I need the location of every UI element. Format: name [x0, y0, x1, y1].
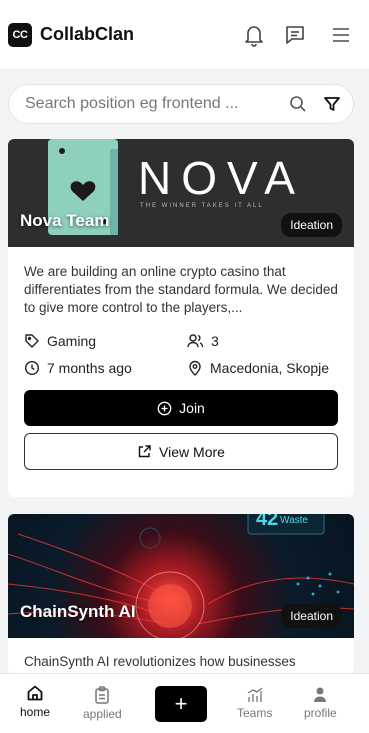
- message-icon[interactable]: [283, 23, 307, 47]
- location-meta: Macedonia, Skopje: [187, 360, 338, 376]
- category-label: Gaming: [47, 333, 97, 349]
- plus-circle-icon: [157, 401, 172, 415]
- external-link-icon: [138, 445, 151, 458]
- posted-time: 7 months ago: [47, 360, 132, 376]
- home-icon: [27, 685, 43, 701]
- search-icon[interactable]: [289, 95, 307, 113]
- join-button[interactable]: Join: [24, 390, 338, 426]
- join-label: Join: [179, 400, 205, 416]
- view-more-button[interactable]: View More: [24, 433, 338, 470]
- app-logo[interactable]: CC: [8, 22, 32, 47]
- nav-teams[interactable]: Teams: [237, 686, 272, 720]
- location-label: Macedonia, Skopje: [210, 360, 330, 376]
- team-banner[interactable]: 42 Waste ChainSynth AI Ideation: [8, 514, 354, 638]
- team-description: ChainSynth AI revolutionizes how busines…: [24, 654, 296, 669]
- stage-badge: Ideation: [281, 213, 342, 237]
- team-card: 42 Waste ChainSynth AI Ideation ChainSyn…: [8, 514, 354, 674]
- app-name[interactable]: CollabClan: [40, 24, 134, 45]
- banner-tagline: THE WINNER TAKES IT ALL: [140, 203, 264, 209]
- bottom-navigation: home applied + Teams profile: [0, 673, 369, 733]
- app-header: CC CollabClan: [0, 0, 369, 70]
- nav-home-label: home: [20, 705, 51, 719]
- view-more-label: View More: [159, 443, 225, 460]
- users-icon: [187, 334, 204, 348]
- nav-home[interactable]: home: [20, 684, 50, 719]
- category-meta: Gaming: [24, 333, 187, 349]
- chart-icon: [247, 687, 263, 702]
- banner-stat-value: 42: [256, 514, 279, 530]
- banner-brand: NOVA: [138, 152, 305, 204]
- banner-stat: 42: [256, 514, 278, 531]
- location-pin-icon: [189, 360, 201, 376]
- search-bar: [8, 84, 354, 124]
- user-icon: [314, 687, 327, 702]
- posted-meta: 7 months ago: [24, 360, 187, 376]
- nav-profile[interactable]: profile: [304, 686, 337, 720]
- team-name[interactable]: ChainSynth AI: [20, 602, 136, 622]
- team-banner[interactable]: NOVA THE WINNER TAKES IT ALL Nova Team I…: [8, 139, 354, 247]
- filter-icon[interactable]: [323, 95, 341, 113]
- add-button[interactable]: +: [155, 686, 207, 722]
- bell-icon[interactable]: [243, 23, 265, 47]
- members-meta: 3: [187, 333, 338, 349]
- team-description: We are building an online crypto casino …: [24, 264, 338, 315]
- clock-icon: [24, 360, 40, 376]
- team-name[interactable]: Nova Team: [20, 211, 109, 231]
- tag-icon: [25, 334, 39, 348]
- plus-icon: +: [174, 691, 188, 716]
- members-count: 3: [211, 333, 219, 349]
- nav-teams-label: Teams: [237, 706, 273, 720]
- nav-applied[interactable]: applied: [83, 686, 122, 721]
- nav-applied-label: applied: [83, 707, 122, 721]
- search-input[interactable]: [25, 95, 281, 113]
- nav-profile-label: profile: [304, 706, 337, 720]
- banner-stat-label: Waste: [280, 515, 308, 526]
- clipboard-icon: [95, 686, 110, 704]
- stage-badge: Ideation: [281, 604, 342, 628]
- team-card: NOVA THE WINNER TAKES IT ALL Nova Team I…: [8, 139, 354, 497]
- menu-icon[interactable]: [331, 26, 351, 44]
